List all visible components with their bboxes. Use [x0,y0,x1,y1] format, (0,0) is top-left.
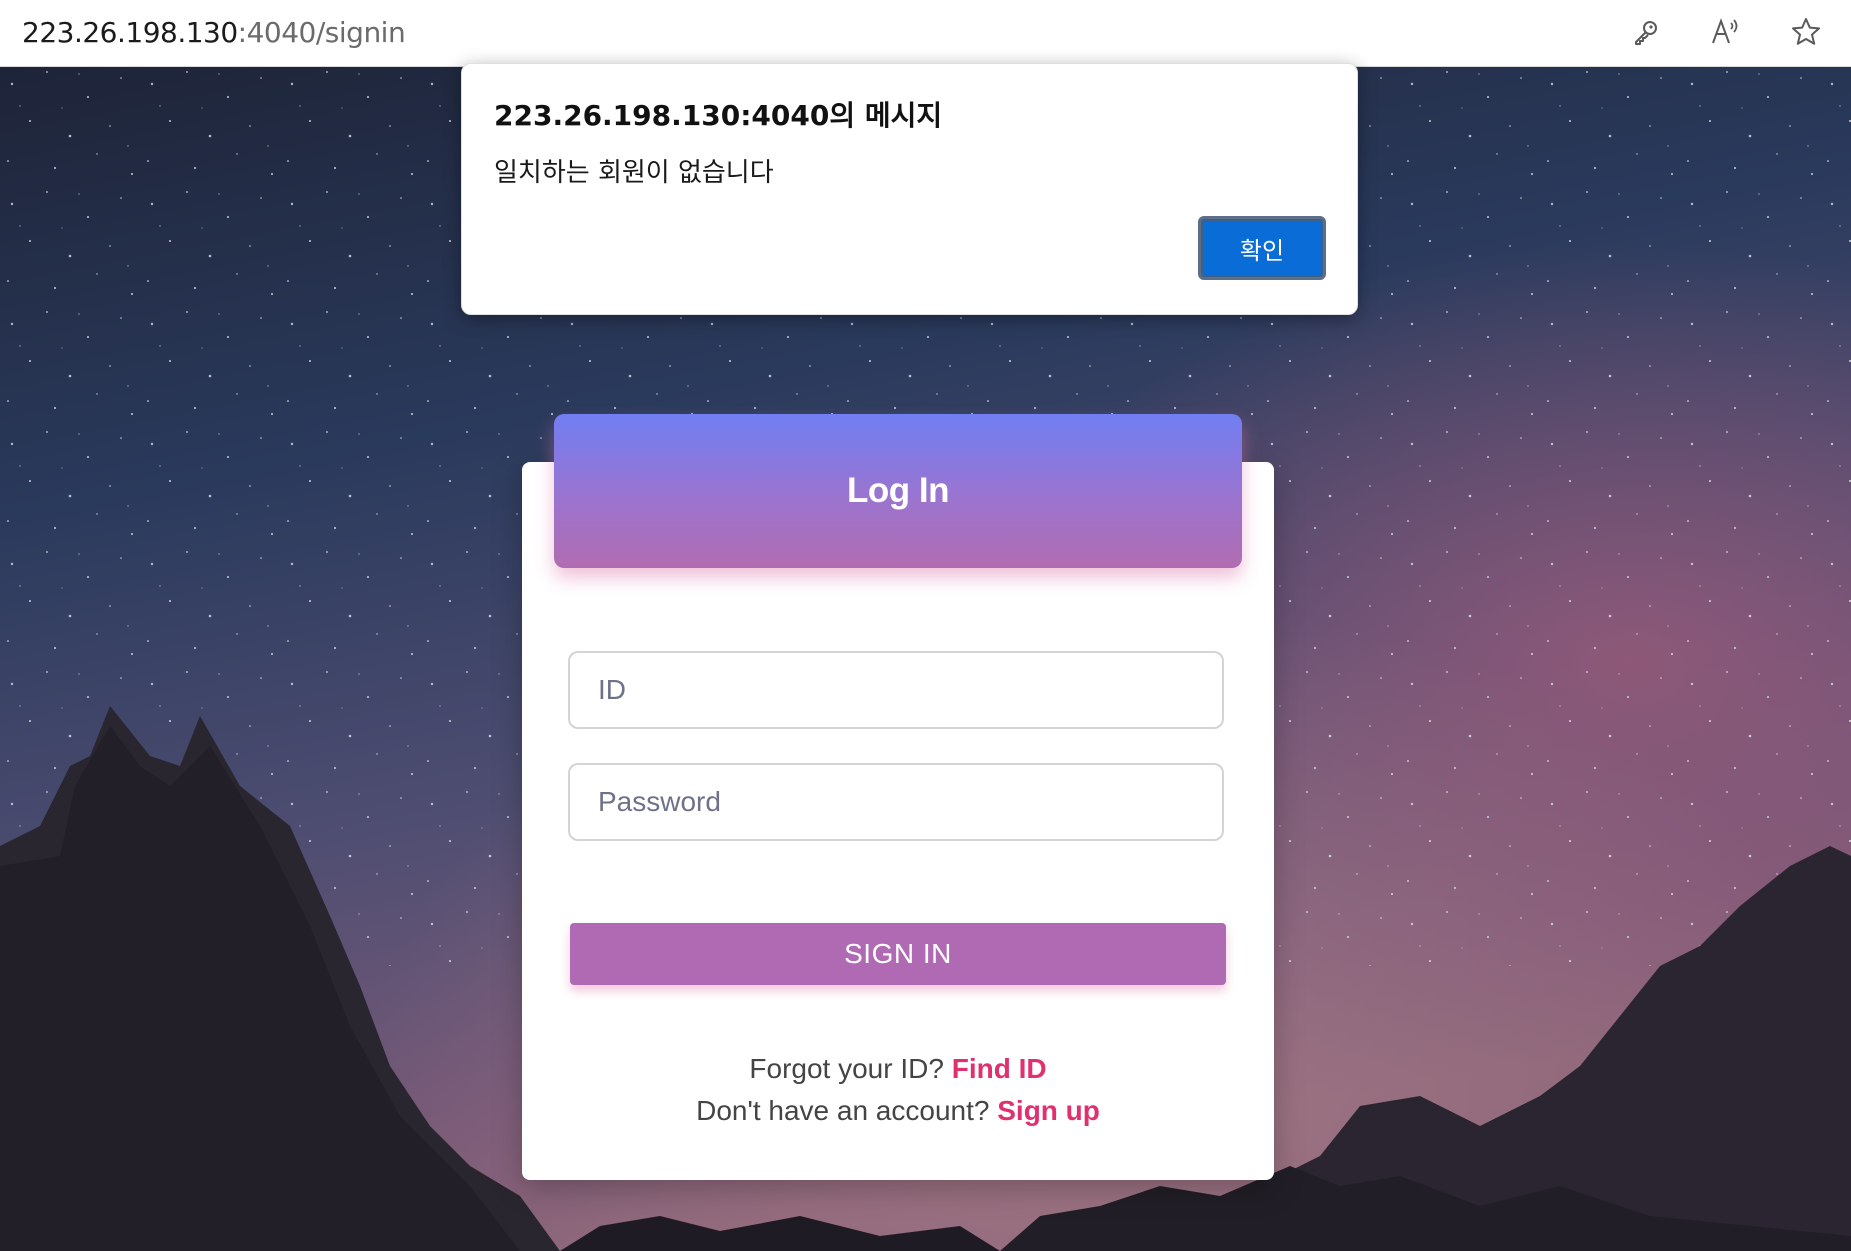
sign-up-link[interactable]: Sign up [997,1095,1100,1126]
sign-in-button[interactable]: SIGN IN [570,923,1226,985]
no-account-text: Don't have an account? [696,1095,990,1126]
key-icon[interactable] [1626,12,1666,52]
favorite-star-icon[interactable] [1786,12,1826,52]
password-input[interactable] [568,763,1224,841]
forgot-id-text: Forgot your ID? [749,1053,944,1084]
read-aloud-icon[interactable] [1706,12,1746,52]
id-input[interactable] [568,651,1224,729]
url-path: :4040/signin [237,16,406,49]
alert-message: 일치하는 회원이 없습니다 [494,158,774,188]
login-title: Log In [847,471,949,510]
alert-title: 223.26.198.130:4040의 메시지 [494,99,943,132]
login-card-header: Log In [554,414,1242,568]
browser-address-bar: 223.26.198.130:4040/signin [0,0,1851,67]
url-field[interactable]: 223.26.198.130:4040/signin [22,16,406,49]
find-id-link[interactable]: Find ID [952,1053,1047,1084]
url-host: 223.26.198.130 [22,16,238,49]
alert-ok-button[interactable]: 확인 [1198,216,1326,280]
alert-dialog: 223.26.198.130:4040의 메시지 일치하는 회원이 없습니다 확… [461,63,1358,315]
signup-line: Don't have an account? Sign up [522,1095,1274,1127]
forgot-id-line: Forgot your ID? Find ID [522,1053,1274,1085]
